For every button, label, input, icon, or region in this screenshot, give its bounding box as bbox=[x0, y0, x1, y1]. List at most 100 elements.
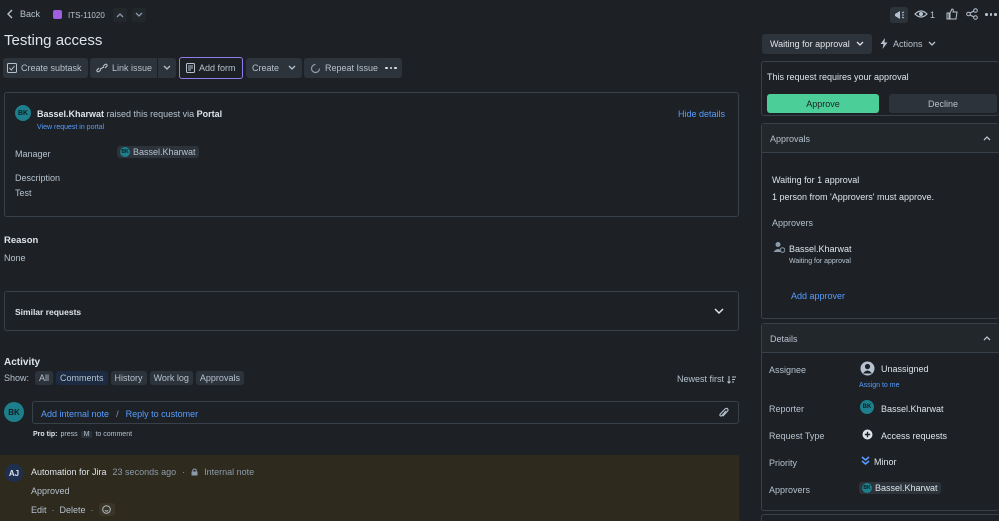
reply-to-customer-link[interactable]: Reply to customer bbox=[126, 409, 199, 419]
request-type-label: Request Type bbox=[769, 431, 825, 441]
link-issue-dropdown[interactable] bbox=[158, 58, 177, 78]
repeat-icon bbox=[310, 63, 321, 73]
previous-issue-button[interactable] bbox=[113, 8, 127, 22]
decline-button[interactable]: Decline bbox=[889, 94, 997, 113]
filter-work-log[interactable]: Work log bbox=[149, 371, 193, 385]
reason-value: None bbox=[4, 253, 26, 263]
avatar: BK bbox=[15, 105, 31, 121]
assign-to-me-link[interactable]: Assign to me bbox=[859, 382, 899, 389]
pro-tip-label: Pro tip: bbox=[33, 431, 58, 438]
assignee-value[interactable]: Unassigned bbox=[881, 364, 929, 374]
request-type-value[interactable]: Access requests bbox=[881, 431, 947, 441]
approvals-header[interactable]: Approvals bbox=[762, 124, 999, 153]
eye-icon[interactable] bbox=[914, 9, 928, 19]
lock-icon bbox=[191, 468, 198, 476]
similar-requests-label: Similar requests bbox=[15, 307, 82, 317]
raised-text: raised this request via bbox=[106, 109, 195, 119]
approver-name[interactable]: Bassel.Kharwat bbox=[789, 244, 852, 254]
priority-minor-icon bbox=[861, 456, 870, 466]
avatar: AJ bbox=[5, 464, 23, 482]
plus-circle-icon bbox=[862, 429, 873, 440]
filter-approvals[interactable]: Approvals bbox=[195, 371, 244, 385]
sort-button[interactable]: Newest first bbox=[677, 374, 737, 384]
details-header[interactable]: Details bbox=[762, 324, 999, 353]
manager-value: Bassel.Kharwat bbox=[133, 147, 196, 157]
more-actions-button[interactable] bbox=[380, 58, 402, 78]
hide-details-link[interactable]: Hide details bbox=[678, 109, 725, 119]
avatar: BK bbox=[860, 400, 874, 414]
assignee-label: Assignee bbox=[769, 365, 807, 375]
approvers-detail-value: Bassel.Kharwat bbox=[875, 483, 938, 493]
chevron-down-icon bbox=[856, 41, 864, 46]
create-label: Create bbox=[252, 63, 280, 73]
issue-title[interactable]: Testing access bbox=[4, 32, 102, 49]
share-icon[interactable] bbox=[966, 8, 978, 20]
filter-history[interactable]: History bbox=[110, 371, 147, 385]
activity-heading: Activity bbox=[4, 357, 41, 368]
manager-chip[interactable]: BK Bassel.Kharwat bbox=[117, 146, 199, 158]
thumbs-up-icon[interactable] bbox=[946, 8, 958, 20]
chevron-down-icon bbox=[928, 41, 935, 46]
attachment-icon[interactable] bbox=[718, 407, 729, 419]
status-dropdown[interactable]: Waiting for approval bbox=[762, 34, 872, 54]
create-button[interactable]: Create bbox=[246, 58, 303, 78]
chevron-down-icon bbox=[135, 12, 143, 17]
create-subtask-button[interactable]: Create subtask bbox=[3, 58, 88, 78]
reason-label: Reason bbox=[4, 235, 39, 246]
chevron-down-icon bbox=[163, 65, 171, 70]
comment-editor[interactable]: Add internal note / Reply to customer bbox=[32, 401, 739, 424]
watch-count: 1 bbox=[930, 10, 936, 20]
link-issue-group: Link issue bbox=[90, 58, 177, 78]
raised-by-line: Bassel.Kharwat raised this request via P… bbox=[37, 109, 222, 119]
repeat-issue-label: Repeat Issue bbox=[325, 63, 379, 73]
next-issue-button[interactable] bbox=[132, 8, 146, 22]
comment-time: 23 seconds ago bbox=[112, 467, 177, 477]
add-internal-note-link[interactable]: Add internal note bbox=[41, 409, 109, 419]
back-button[interactable]: Back bbox=[6, 9, 40, 19]
dot: · bbox=[90, 504, 94, 515]
issue-type-icon bbox=[53, 10, 62, 19]
approvals-heading: Approvals bbox=[770, 134, 811, 144]
internal-note-label: Internal note bbox=[204, 467, 255, 477]
edit-comment-link[interactable]: Edit bbox=[31, 505, 47, 515]
channel-name: Portal bbox=[196, 109, 223, 119]
filter-comments[interactable]: Comments bbox=[56, 371, 108, 385]
approval-request-box: This request requires your approval Appr… bbox=[761, 61, 999, 116]
more-icon[interactable] bbox=[985, 13, 997, 16]
waiting-approval-text: Waiting for 1 approval bbox=[772, 175, 860, 185]
chevron-up-icon bbox=[983, 136, 991, 141]
user-pending-icon bbox=[773, 242, 785, 253]
approvers-chip[interactable]: BK Bassel.Kharwat bbox=[859, 482, 941, 494]
status-label: Waiting for approval bbox=[770, 39, 850, 49]
add-approver-link[interactable]: Add approver bbox=[791, 291, 845, 301]
add-form-label: Add form bbox=[199, 63, 236, 73]
internal-note-comment: AJ Automation for Jira 23 seconds ago · … bbox=[0, 455, 739, 521]
similar-requests-panel[interactable]: Similar requests bbox=[4, 291, 739, 331]
chevron-down-icon bbox=[714, 308, 724, 315]
delete-comment-link[interactable]: Delete bbox=[60, 505, 86, 515]
actions-label: Actions bbox=[893, 38, 923, 49]
link-issue-button[interactable]: Link issue bbox=[90, 58, 158, 78]
repeat-issue-button[interactable]: Repeat Issue bbox=[304, 58, 385, 78]
announcement-icon[interactable] bbox=[890, 7, 908, 23]
view-request-portal-link[interactable]: View request in portal bbox=[37, 124, 104, 131]
sort-label: Newest first bbox=[677, 374, 725, 384]
add-form-button[interactable]: Add form bbox=[179, 57, 243, 79]
approvers-label: Approvers bbox=[772, 218, 814, 228]
avatar: BK bbox=[120, 147, 130, 157]
emoji-reaction-button[interactable] bbox=[98, 503, 115, 516]
reporter-label: Reporter bbox=[769, 404, 805, 414]
bullet: · bbox=[182, 467, 186, 477]
approve-button[interactable]: Approve bbox=[767, 94, 879, 113]
sort-icon bbox=[727, 375, 737, 384]
form-icon bbox=[186, 63, 195, 73]
issue-key[interactable]: ITS-11020 bbox=[68, 11, 105, 20]
priority-value[interactable]: Minor bbox=[874, 457, 897, 467]
manager-label: Manager bbox=[15, 149, 51, 159]
filter-all[interactable]: All bbox=[35, 371, 54, 385]
actions-dropdown[interactable]: Actions bbox=[880, 38, 936, 49]
reporter-name[interactable]: Bassel.Kharwat bbox=[37, 109, 104, 119]
approvals-panel: Approvals Waiting for 1 approval 1 perso… bbox=[761, 123, 999, 319]
reporter-value[interactable]: Bassel.Kharwat bbox=[881, 404, 944, 414]
comment-author[interactable]: Automation for Jira bbox=[31, 467, 107, 477]
